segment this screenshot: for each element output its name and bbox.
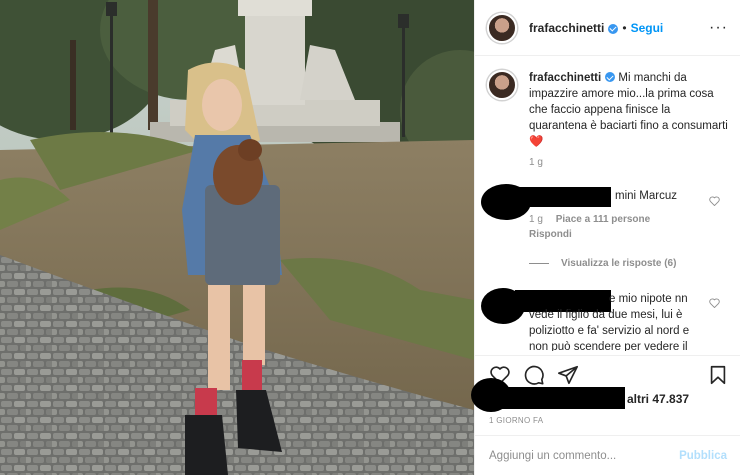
likes-count[interactable]: altri 47.837 (627, 392, 689, 406)
comment-time: 1 g (529, 214, 543, 225)
comment-text: mini Marcuz (615, 190, 677, 202)
verified-icon (608, 23, 619, 34)
comment-likes[interactable]: Piace a 111 persone (556, 214, 651, 225)
caption-text-block: frafacchinetti Mi manchi da impazzire am… (529, 70, 729, 150)
add-comment-bar: Pubblica (475, 435, 740, 475)
post-photo[interactable] (0, 0, 474, 475)
follow-button[interactable]: Segui (631, 21, 664, 35)
caption-avatar[interactable] (487, 70, 517, 100)
header-username[interactable]: frafacchinetti (529, 21, 604, 35)
caption-username[interactable]: frafacchinetti (529, 72, 601, 84)
comment-heart-icon[interactable] (709, 298, 720, 308)
comment-text: e mio nipote nn vede il figlio da due me… (529, 293, 690, 351)
post-header: frafacchinetti • Segui ··· (475, 0, 740, 56)
photo-illustration (0, 0, 474, 475)
replies-divider (529, 263, 549, 264)
view-replies-button[interactable]: Visualizza le risposte (6) (529, 258, 676, 269)
more-icon[interactable]: ··· (709, 19, 728, 37)
caption-verified-icon (605, 72, 616, 82)
caption: frafacchinetti Mi manchi da impazzire am… (487, 70, 733, 150)
view-replies-label: Visualizza le risposte (6) (561, 258, 677, 269)
publish-button[interactable]: Pubblica (679, 450, 727, 462)
comment-input[interactable] (489, 449, 680, 462)
bookmark-icon[interactable] (707, 364, 729, 386)
post-panel: frafacchinetti • Segui ··· frafacchinett… (471, 0, 740, 475)
share-icon[interactable] (557, 364, 579, 386)
separator-dot: • (622, 20, 627, 35)
comment-heart-icon[interactable] (709, 196, 720, 206)
reply-button[interactable]: Rispondi (529, 229, 572, 240)
redacted-username (513, 187, 611, 207)
comment-meta: 1 g Piace a 111 persone (529, 214, 660, 225)
redacted-liker (485, 387, 625, 409)
comment-icon[interactable] (523, 364, 545, 386)
post-date: 1 GIORNO FA (489, 416, 544, 425)
caption-time: 1 g (529, 157, 543, 168)
avatar[interactable] (487, 12, 517, 43)
